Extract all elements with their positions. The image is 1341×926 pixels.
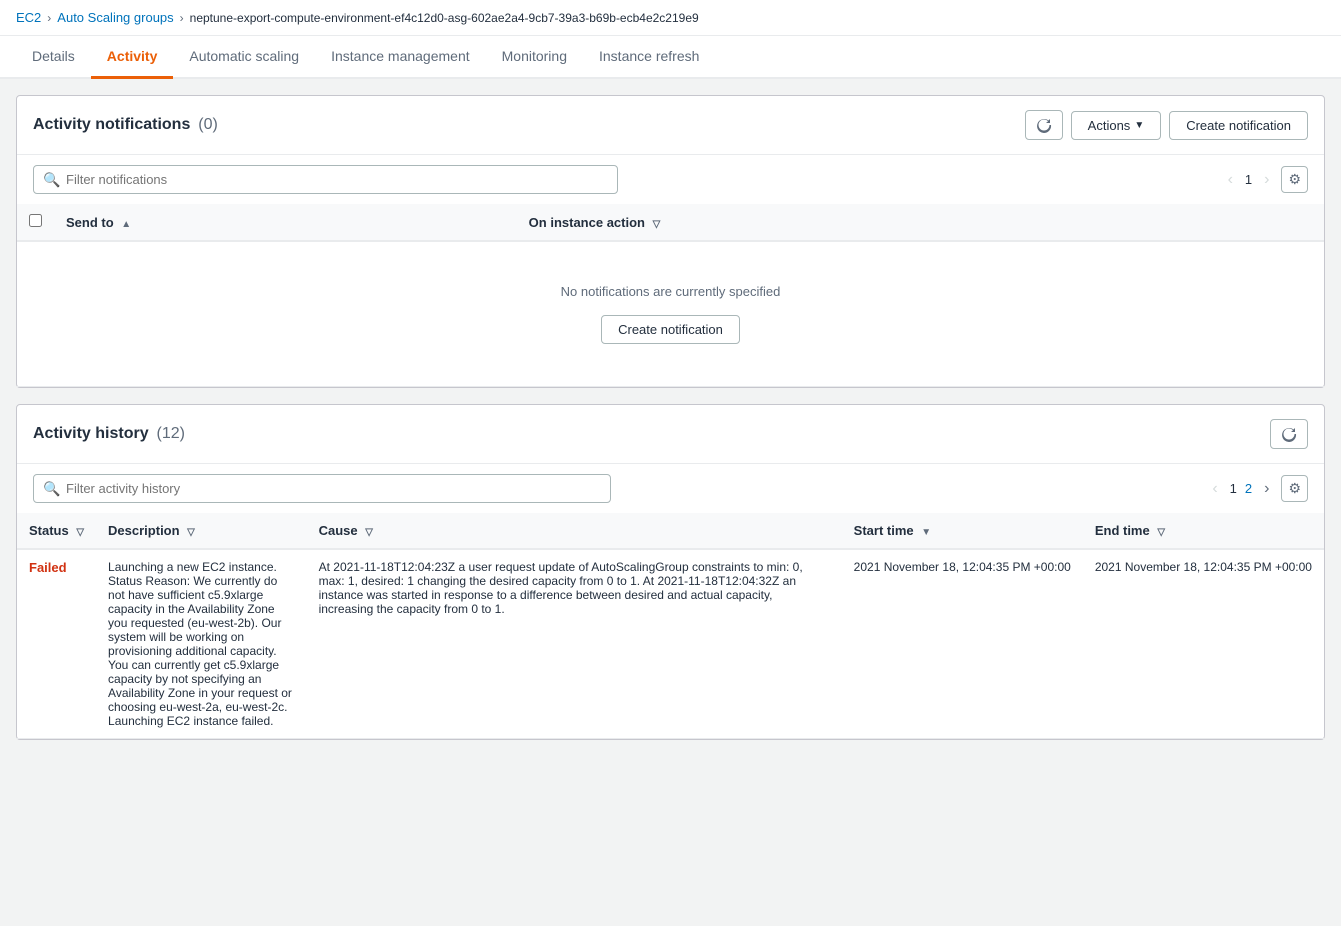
notifications-prev-button[interactable]: ‹ xyxy=(1220,167,1241,193)
history-page-num-2[interactable]: 2 xyxy=(1245,481,1252,496)
breadcrumb-auto-scaling[interactable]: Auto Scaling groups xyxy=(57,10,173,25)
notifications-table: Send to ▲ On instance action ▽ No notifi… xyxy=(17,204,1324,387)
notifications-title: Activity notifications xyxy=(33,116,190,133)
history-filter-row: 🔍 ‹ 1 2 › ⚙ xyxy=(17,464,1324,513)
history-actions xyxy=(1270,419,1308,449)
refresh-icon xyxy=(1036,117,1052,133)
history-count: (12) xyxy=(156,425,184,442)
history-title: Activity history xyxy=(33,425,149,442)
history-settings-button[interactable]: ⚙ xyxy=(1281,475,1308,502)
send-to-sort-icon: ▲ xyxy=(121,219,131,230)
history-start-time-col: Start time ▼ xyxy=(842,513,1083,549)
tab-details[interactable]: Details xyxy=(16,36,91,79)
history-settings-icon: ⚙ xyxy=(1288,480,1301,497)
breadcrumb-sep-2: › xyxy=(180,11,184,25)
actions-chevron-icon: ▼ xyxy=(1134,120,1144,131)
history-panel: Activity history (12) 🔍 ‹ 1 2 xyxy=(16,404,1325,740)
history-next-button[interactable]: › xyxy=(1256,476,1277,502)
history-end-time-col: End time ▽ xyxy=(1083,513,1324,549)
notifications-panel-header: Activity notifications (0) Actions ▼ Cre… xyxy=(17,96,1324,155)
end-time-sort-icon: ▽ xyxy=(1157,527,1165,538)
history-refresh-button[interactable] xyxy=(1270,419,1308,449)
history-pagination: ‹ 1 2 › ⚙ xyxy=(1204,475,1308,502)
tab-activity[interactable]: Activity xyxy=(91,36,174,79)
notifications-next-button[interactable]: › xyxy=(1256,167,1277,193)
history-filter-input[interactable] xyxy=(33,474,611,503)
status-badge: Failed xyxy=(29,560,67,575)
breadcrumb-sep-1: › xyxy=(47,11,51,25)
history-panel-header: Activity history (12) xyxy=(17,405,1324,464)
actions-label: Actions xyxy=(1088,118,1131,133)
history-row-end-time: 2021 November 18, 12:04:35 PM +00:00 xyxy=(1083,549,1324,739)
notifications-empty-create-label: Create notification xyxy=(618,322,723,337)
notifications-panel: Activity notifications (0) Actions ▼ Cre… xyxy=(16,95,1325,388)
create-notification-button[interactable]: Create notification xyxy=(1169,111,1308,140)
tab-instance-refresh[interactable]: Instance refresh xyxy=(583,36,715,79)
history-row-cause: At 2021-11-18T12:04:23Z a user request u… xyxy=(307,549,842,739)
history-description-col: Description ▽ xyxy=(96,513,307,549)
notifications-filter-row: 🔍 ‹ 1 › ⚙ xyxy=(17,155,1324,204)
notifications-table-wrap: Send to ▲ On instance action ▽ No notifi… xyxy=(17,204,1324,387)
notifications-actions: Actions ▼ Create notification xyxy=(1025,110,1308,140)
status-sort-icon: ▽ xyxy=(76,527,84,538)
notifications-pagination: ‹ 1 › ⚙ xyxy=(1220,166,1308,193)
history-search-icon: 🔍 xyxy=(43,480,60,497)
history-status-col: Status ▽ xyxy=(17,513,96,549)
notifications-search-icon: 🔍 xyxy=(43,171,60,188)
start-time-sort-icon: ▼ xyxy=(921,527,931,538)
history-table-row: Failed Launching a new EC2 instance. Sta… xyxy=(17,549,1324,739)
history-table: Status ▽ Description ▽ Cause ▽ Start tim… xyxy=(17,513,1324,739)
history-page-num-1: 1 xyxy=(1230,481,1237,496)
history-title-wrap: Activity history (12) xyxy=(33,425,185,443)
history-row-status: Failed xyxy=(17,549,96,739)
history-table-wrap: Status ▽ Description ▽ Cause ▽ Start tim… xyxy=(17,513,1324,739)
action-sort-icon: ▽ xyxy=(653,219,661,230)
breadcrumb-ec2[interactable]: EC2 xyxy=(16,10,41,25)
notifications-select-all-checkbox[interactable] xyxy=(29,214,42,227)
notifications-send-to-col: Send to ▲ xyxy=(54,204,517,241)
history-row-description: Launching a new EC2 instance. Status Rea… xyxy=(96,549,307,739)
notifications-empty-state: No notifications are currently specified… xyxy=(29,252,1312,376)
history-refresh-icon xyxy=(1281,426,1297,442)
breadcrumb-current: neptune-export-compute-environment-ef4c1… xyxy=(190,11,699,25)
notifications-settings-icon: ⚙ xyxy=(1288,171,1301,188)
notifications-settings-button[interactable]: ⚙ xyxy=(1281,166,1308,193)
notifications-empty-create-button[interactable]: Create notification xyxy=(601,315,740,344)
notifications-refresh-button[interactable] xyxy=(1025,110,1063,140)
notifications-select-all-col xyxy=(17,204,54,241)
tab-automatic-scaling[interactable]: Automatic scaling xyxy=(173,36,315,79)
notifications-page-num: 1 xyxy=(1245,172,1252,187)
description-sort-icon: ▽ xyxy=(187,527,195,538)
tab-instance-management[interactable]: Instance management xyxy=(315,36,486,79)
actions-button[interactable]: Actions ▼ xyxy=(1071,111,1162,140)
history-row-start-time: 2021 November 18, 12:04:35 PM +00:00 xyxy=(842,549,1083,739)
notifications-filter-input[interactable] xyxy=(33,165,618,194)
tab-monitoring[interactable]: Monitoring xyxy=(486,36,583,79)
main-content: Activity notifications (0) Actions ▼ Cre… xyxy=(0,79,1341,756)
breadcrumb: EC2 › Auto Scaling groups › neptune-expo… xyxy=(0,0,1341,36)
history-prev-button[interactable]: ‹ xyxy=(1204,476,1225,502)
notifications-empty-row: No notifications are currently specified… xyxy=(17,241,1324,387)
history-filter-wrap: 🔍 xyxy=(33,474,611,503)
notifications-action-col: On instance action ▽ xyxy=(517,204,1324,241)
notifications-count: (0) xyxy=(198,116,218,133)
tabs-bar: Details Activity Automatic scaling Insta… xyxy=(0,36,1341,79)
notifications-filter-wrap: 🔍 xyxy=(33,165,618,194)
create-notification-label: Create notification xyxy=(1186,118,1291,133)
notifications-empty-message: No notifications are currently specified xyxy=(45,284,1296,299)
notifications-title-wrap: Activity notifications (0) xyxy=(33,116,218,134)
cause-sort-icon: ▽ xyxy=(365,527,373,538)
history-cause-col: Cause ▽ xyxy=(307,513,842,549)
